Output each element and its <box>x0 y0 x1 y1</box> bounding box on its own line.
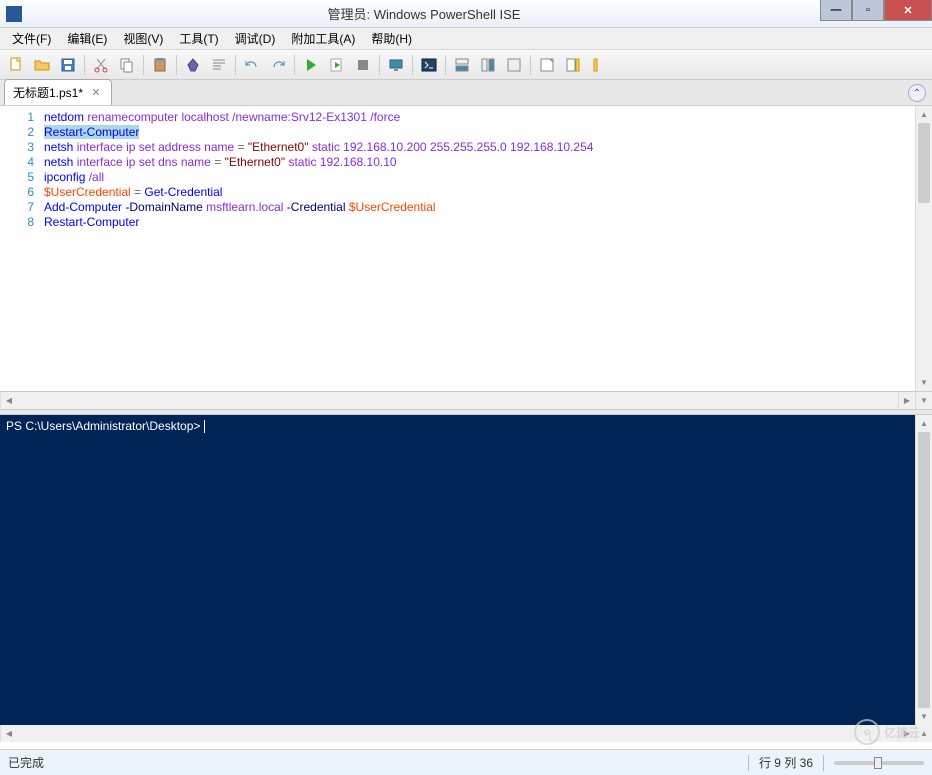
undo-button[interactable] <box>240 53 264 77</box>
menu-edit[interactable]: 编辑(E) <box>59 28 115 49</box>
scroll-thumb[interactable] <box>918 432 930 708</box>
menu-help[interactable]: 帮助(H) <box>363 28 420 49</box>
tab-label: 无标题1.ps1* <box>13 84 83 101</box>
status-message: 已完成 <box>8 754 44 771</box>
scroll-down-icon[interactable]: ▼ <box>916 708 932 725</box>
editor-vertical-scrollbar[interactable]: ▲ ▼ <box>915 106 932 391</box>
script-editor[interactable]: 12345678 netdom renamecomputer localhost… <box>0 106 932 392</box>
console-horizontal-scrollbar[interactable]: ◀ ▶ ▲ <box>0 725 932 742</box>
new-file-button[interactable] <box>4 53 28 77</box>
scroll-up-icon[interactable]: ▲ <box>916 415 932 432</box>
scroll-left-icon[interactable]: ◀ <box>0 725 17 742</box>
redo-button[interactable] <box>266 53 290 77</box>
collapse-script-pane-button[interactable]: ⌃ <box>908 84 926 102</box>
menu-file[interactable]: 文件(F) <box>4 28 59 49</box>
cursor-icon <box>204 420 205 433</box>
save-button[interactable] <box>56 53 80 77</box>
tabbar: 无标题1.ps1* ✕ ⌃ <box>0 80 932 106</box>
layout-max-button[interactable] <box>502 53 526 77</box>
scroll-right-icon[interactable]: ▶ <box>898 725 915 742</box>
start-powershell-button[interactable] <box>417 53 441 77</box>
tab-close-icon[interactable]: ✕ <box>89 86 103 100</box>
menu-tools[interactable]: 工具(T) <box>171 28 226 49</box>
menu-view[interactable]: 视图(V) <box>115 28 171 49</box>
window-controls: — ▫ ✕ <box>820 0 932 27</box>
toolbox-button[interactable] <box>587 53 611 77</box>
menubar: 文件(F) 编辑(E) 视图(V) 工具(T) 调试(D) 附加工具(A) 帮助… <box>0 28 932 50</box>
layout-side-button[interactable] <box>476 53 500 77</box>
minimize-button[interactable]: — <box>820 0 852 21</box>
titlebar: 管理员: Windows PowerShell ISE — ▫ ✕ <box>0 0 932 28</box>
stop-button[interactable] <box>351 53 375 77</box>
menu-addons[interactable]: 附加工具(A) <box>283 28 363 49</box>
app-icon <box>6 6 22 22</box>
toolbar <box>0 50 932 80</box>
layout-script-top-button[interactable] <box>450 53 474 77</box>
console-output[interactable]: PS C:\Users\Administrator\Desktop> <box>0 415 915 725</box>
clear-button[interactable] <box>181 53 205 77</box>
scroll-left-icon[interactable]: ◀ <box>0 392 17 409</box>
new-remote-button[interactable] <box>384 53 408 77</box>
zoom-slider[interactable] <box>834 761 924 765</box>
scroll-right-icon[interactable]: ▶ <box>898 392 915 409</box>
scroll-thumb[interactable] <box>918 123 930 203</box>
maximize-button[interactable]: ▫ <box>852 0 884 21</box>
run-button[interactable] <box>299 53 323 77</box>
cursor-position: 行 9 列 36 <box>759 754 813 771</box>
collapse-console-icon[interactable]: ▲ <box>915 725 932 742</box>
copy-button[interactable] <box>115 53 139 77</box>
run-selection-button[interactable] <box>325 53 349 77</box>
console-vertical-scrollbar[interactable]: ▲ ▼ <box>915 415 932 725</box>
menu-debug[interactable]: 调试(D) <box>227 28 284 49</box>
expand-console-icon[interactable]: ▼ <box>915 392 932 409</box>
zoom-thumb[interactable] <box>874 757 882 769</box>
line-number-gutter: 12345678 <box>0 106 42 391</box>
window-title: 管理员: Windows PowerShell ISE <box>28 4 820 23</box>
paste-button[interactable] <box>148 53 172 77</box>
statusbar: 已完成 行 9 列 36 <box>0 749 932 775</box>
script-tab[interactable]: 无标题1.ps1* ✕ <box>4 79 112 105</box>
find-button[interactable] <box>207 53 231 77</box>
console-prompt: PS C:\Users\Administrator\Desktop> <box>6 419 204 433</box>
scroll-down-icon[interactable]: ▼ <box>916 374 932 391</box>
console-pane[interactable]: PS C:\Users\Administrator\Desktop> ▲ ▼ <box>0 415 932 725</box>
close-button[interactable]: ✕ <box>884 0 932 21</box>
open-file-button[interactable] <box>30 53 54 77</box>
scroll-up-icon[interactable]: ▲ <box>916 106 932 123</box>
show-command-button[interactable] <box>535 53 559 77</box>
editor-horizontal-scrollbar[interactable]: ◀ ▶ ▼ <box>0 392 932 409</box>
code-area[interactable]: netdom renamecomputer localhost /newname… <box>42 106 915 391</box>
show-command-addon-button[interactable] <box>561 53 585 77</box>
cut-button[interactable] <box>89 53 113 77</box>
